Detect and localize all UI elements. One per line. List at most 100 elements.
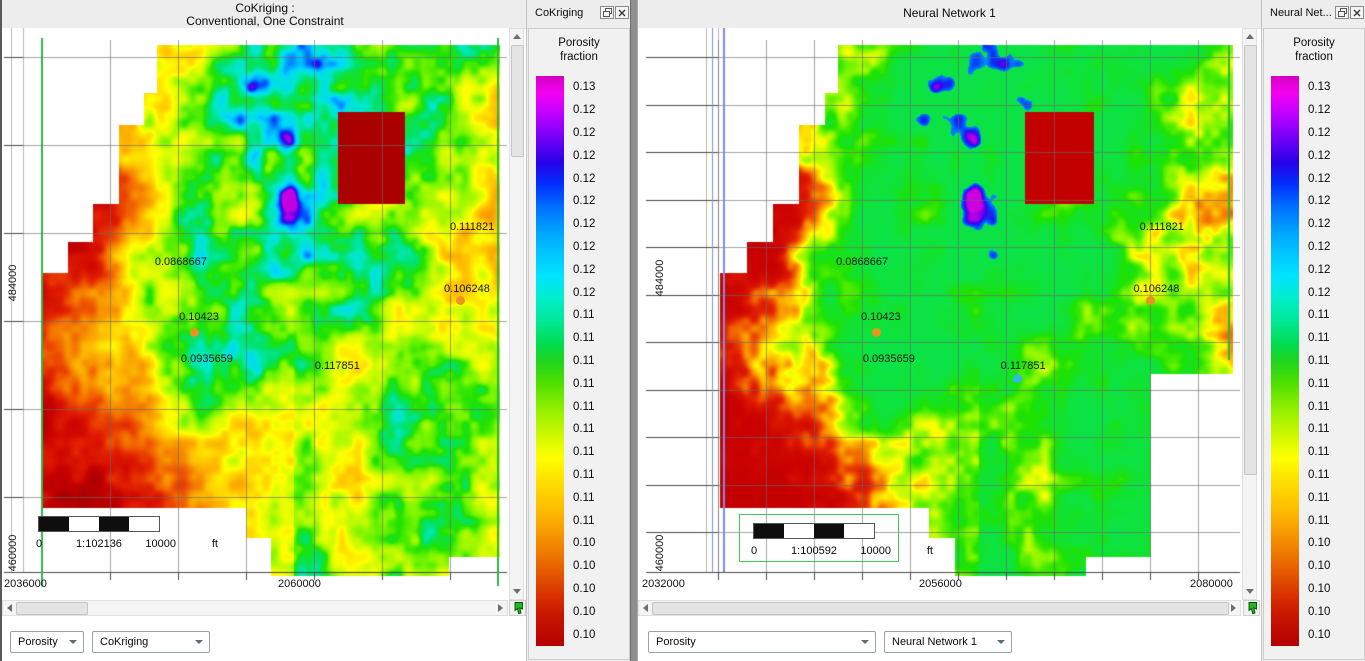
left-map-title-line2: Conventional, One Constraint: [2, 15, 528, 28]
right-property-dropdown-value: Porosity: [656, 636, 696, 648]
right-map-title: Neural Network 1: [638, 7, 1261, 20]
colorbar-label: 0.12: [573, 281, 627, 304]
left-property-dropdown[interactable]: Porosity: [10, 631, 84, 653]
colorbar-label: 0.12: [573, 213, 627, 236]
colorbar-label: 0.12: [1308, 190, 1362, 213]
colorbar-label: 0.12: [1308, 213, 1362, 236]
colorbar-label: 0.12: [573, 190, 627, 213]
cokriging-map-window: CoKriging : Conventional, One Constraint…: [0, 0, 528, 661]
neural-network-map-canvas[interactable]: [638, 28, 1242, 600]
right-colorbar-window-title: Neural Net...: [1270, 7, 1332, 19]
restore-icon: [603, 8, 612, 17]
left-colorbar-title: Porosity fraction: [529, 36, 629, 64]
dropdown-arrow-icon: [195, 640, 203, 644]
left-colorbar-title-line1: Porosity: [529, 36, 629, 50]
scroll-down-arrow-icon[interactable]: [513, 589, 521, 594]
scroll-up-arrow-icon[interactable]: [513, 34, 521, 39]
restore-window-button[interactable]: [600, 6, 614, 19]
colorbar-label: 0.10: [1308, 555, 1362, 578]
pick-mode-button[interactable]: [509, 600, 526, 616]
right-hscroll-thumb[interactable]: [652, 602, 1229, 615]
colorbar-label: 0.12: [1308, 122, 1362, 145]
colorbar-label: 0.12: [1308, 144, 1362, 167]
colorbar-label: 0.10: [1308, 578, 1362, 601]
colorbar-label: 0.12: [573, 122, 627, 145]
right-colorbar-title-line1: Porosity: [1264, 36, 1364, 50]
left-vertical-scrollbar[interactable]: [509, 28, 524, 600]
close-icon: [618, 9, 626, 17]
colorbar-label: 0.11: [573, 304, 627, 327]
scroll-right-arrow-icon[interactable]: [498, 604, 503, 612]
colorbar-label: 0.12: [1308, 236, 1362, 259]
colorbar-label: 0.12: [1308, 167, 1362, 190]
close-window-button[interactable]: [1350, 6, 1364, 19]
dropdown-arrow-icon: [997, 640, 1005, 644]
colorbar-label: 0.11: [1308, 327, 1362, 350]
left-colorbar-titlebar[interactable]: CoKriging: [527, 0, 631, 29]
restore-icon: [1338, 8, 1347, 17]
colorbar-label: 0.10: [573, 600, 627, 623]
right-property-dropdown[interactable]: Porosity: [648, 631, 876, 653]
left-model-dropdown[interactable]: CoKriging: [92, 631, 210, 653]
colorbar-label: 0.12: [573, 167, 627, 190]
colorbar-label: 0.11: [1308, 304, 1362, 327]
colorbar-label: 0.10: [573, 532, 627, 555]
colorbar-label: 0.11: [1308, 509, 1362, 532]
colorbar-label: 0.12: [573, 144, 627, 167]
colorbar-label: 0.12: [1308, 99, 1362, 122]
right-colorbar-labels: 0.130.120.120.120.120.120.120.120.120.12…: [1308, 76, 1362, 646]
left-hscroll-thumb[interactable]: [16, 602, 88, 615]
left-bottom-toolbar: Porosity CoKriging: [2, 616, 528, 661]
colorbar-label: 0.11: [573, 327, 627, 350]
window-divider[interactable]: [630, 0, 638, 661]
right-colorbar-title: Porosity fraction: [1264, 36, 1364, 64]
right-colorbar-titlebar[interactable]: Neural Net...: [1262, 0, 1365, 29]
colorbar-label: 0.11: [573, 486, 627, 509]
colorbar-label: 0.11: [573, 372, 627, 395]
colorbar-label: 0.11: [1308, 464, 1362, 487]
colorbar-label: 0.11: [1308, 486, 1362, 509]
left-vscroll-thumb[interactable]: [511, 45, 524, 157]
scroll-right-arrow-icon[interactable]: [1231, 604, 1236, 612]
colorbar-label: 0.11: [1308, 395, 1362, 418]
colorbar-label: 0.13: [1308, 76, 1362, 99]
dropdown-arrow-icon: [69, 640, 77, 644]
restore-window-button[interactable]: [1335, 6, 1349, 19]
right-model-dropdown[interactable]: Neural Network 1: [884, 631, 1012, 653]
green-pick-arrow-icon: [1245, 601, 1259, 615]
left-title-strip: CoKriging : Conventional, One Constraint: [2, 0, 528, 29]
colorbar-label: 0.11: [573, 509, 627, 532]
left-map-title: CoKriging : Conventional, One Constraint: [2, 2, 528, 28]
scroll-left-arrow-icon[interactable]: [7, 604, 12, 612]
left-model-dropdown-value: CoKriging: [100, 636, 148, 648]
scroll-up-arrow-icon[interactable]: [1246, 34, 1254, 39]
right-colorbar-body: Porosity fraction 0.130.120.120.120.120.…: [1263, 28, 1365, 660]
colorbar-label: 0.11: [1308, 441, 1362, 464]
left-colorbar-labels: 0.130.120.120.120.120.120.120.120.120.12…: [573, 76, 627, 646]
right-vscroll-thumb[interactable]: [1244, 45, 1257, 475]
cokriging-map-canvas[interactable]: [2, 28, 509, 600]
scroll-left-arrow-icon[interactable]: [643, 604, 648, 612]
colorbar-label: 0.10: [1308, 600, 1362, 623]
neural-network-map-window: Neural Network 1 484000 460000 2032000 2…: [638, 0, 1261, 661]
pick-mode-button[interactable]: [1243, 600, 1260, 616]
close-window-button[interactable]: [615, 6, 629, 19]
right-bottom-toolbar: Porosity Neural Network 1: [638, 616, 1261, 661]
left-horizontal-scrollbar[interactable]: [2, 600, 508, 616]
neural-network-colorbar-window: Neural Net... Porosity fraction 0.130.12…: [1261, 0, 1365, 661]
application-window: CoKriging : Conventional, One Constraint…: [0, 0, 1365, 661]
right-horizontal-scrollbar[interactable]: [638, 600, 1241, 616]
left-colorbar-window-title: CoKriging: [535, 7, 583, 19]
colorbar-label: 0.10: [1308, 532, 1362, 555]
right-title-strip: Neural Network 1: [638, 0, 1261, 29]
right-vertical-scrollbar[interactable]: [1242, 28, 1257, 600]
dropdown-arrow-icon: [861, 640, 869, 644]
colorbar-label: 0.11: [1308, 350, 1362, 373]
colorbar-label: 0.11: [573, 350, 627, 373]
cokriging-colorbar-window: CoKriging Porosity fraction 0.130.120.12…: [526, 0, 631, 661]
left-property-dropdown-value: Porosity: [18, 636, 58, 648]
colorbar-label: 0.11: [573, 464, 627, 487]
right-colorbar-title-line2: fraction: [1264, 50, 1364, 64]
colorbar-label: 0.12: [1308, 281, 1362, 304]
scroll-down-arrow-icon[interactable]: [1246, 589, 1254, 594]
